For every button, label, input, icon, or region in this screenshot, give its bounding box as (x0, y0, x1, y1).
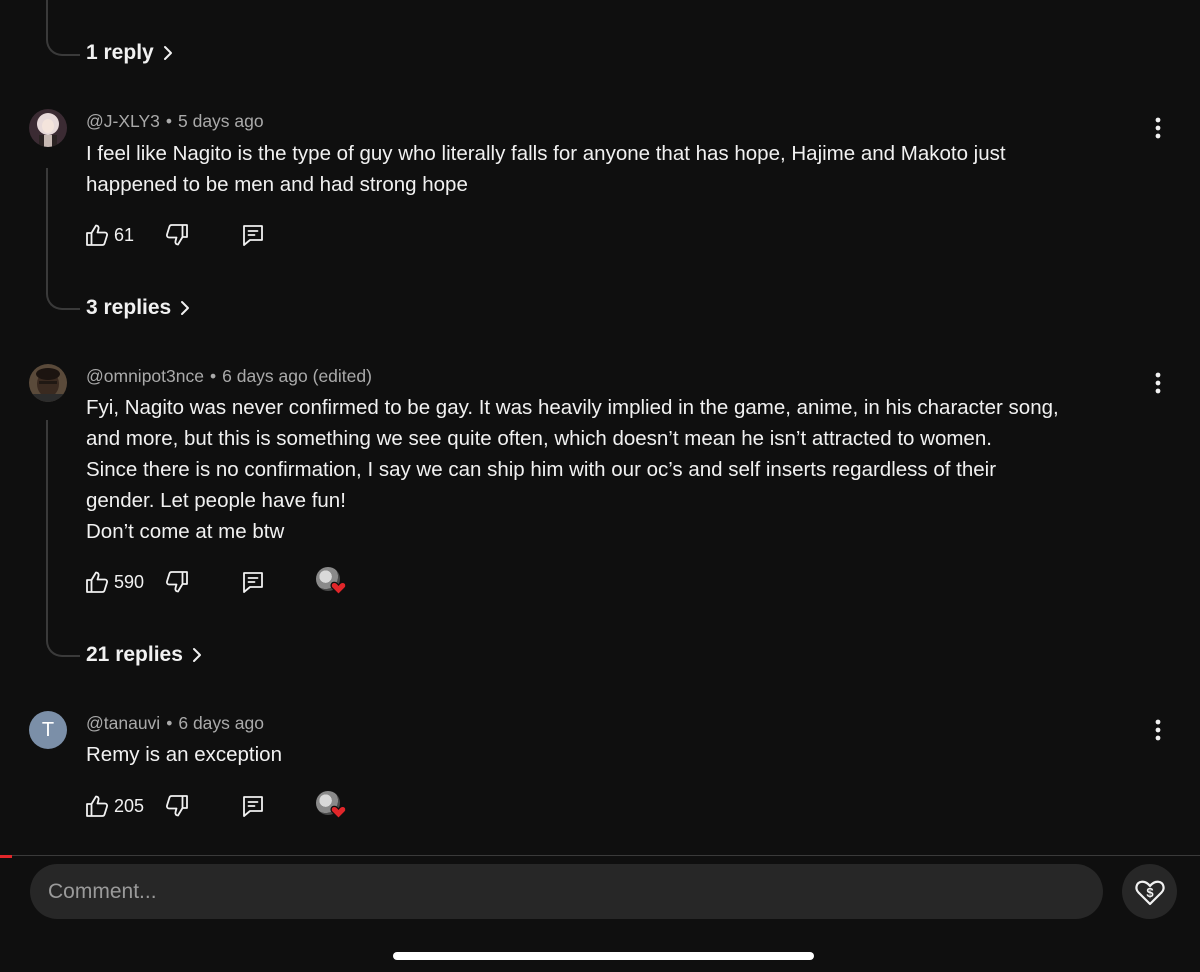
replies-toggle[interactable]: 21 replies (86, 643, 205, 667)
comment-text: Remy is an exception (86, 739, 1156, 770)
avatar[interactable] (29, 109, 67, 147)
like-button[interactable]: 61 (84, 222, 134, 248)
comment-text-line: Since there is no confirmation, I say we… (86, 458, 997, 481)
comment-text-line: Don’t come at me btw (86, 520, 285, 543)
replies-label: 1 reply (86, 41, 154, 64)
edited-label: (edited) (312, 366, 372, 386)
replies-label: 3 replies (86, 296, 172, 319)
reply-comment-icon (243, 572, 263, 593)
comment-text-line: and more, but this is something we see q… (86, 427, 992, 450)
thread-connector (46, 420, 80, 657)
comment-meta: @tanauvi • 6 days ago (86, 713, 264, 734)
super-thanks-button[interactable]: $ (1122, 864, 1177, 919)
replies-label: 21 replies (86, 643, 183, 666)
like-count: 590 (114, 571, 145, 592)
chevron-right-icon (163, 46, 172, 60)
thumbs-down-icon (166, 795, 188, 817)
comment-meta: @omnipot3nce • 6 days ago (edited) (86, 366, 372, 387)
chevron-right-icon (181, 301, 190, 315)
comment-author[interactable]: @tanauvi (86, 713, 160, 733)
dislike-button[interactable] (164, 222, 190, 248)
thumbs-up-icon (86, 795, 109, 817)
creator-heart (316, 791, 347, 821)
reply-button[interactable] (240, 569, 266, 595)
comment-text-line: gender. Let people have fun! (86, 489, 346, 512)
thread-connector (46, 0, 80, 56)
composer-divider (12, 855, 1200, 856)
reply-comment-icon (243, 225, 263, 246)
creator-heart (316, 567, 347, 597)
progress-indicator (0, 855, 12, 858)
super-thanks-heart-dollar-icon: $ (1134, 880, 1165, 905)
comment-actions: 590 (84, 567, 347, 597)
thumbs-up-icon (86, 571, 109, 593)
comment-text-line: I feel like Nagito is the type of guy wh… (86, 142, 1006, 165)
reply-button[interactable] (240, 222, 266, 248)
like-count: 205 (114, 795, 145, 816)
comment-text-line: happened to be men and had strong hope (86, 173, 468, 196)
comment-text: I feel like Nagito is the type of guy wh… (86, 138, 1156, 200)
like-button[interactable]: 590 (84, 569, 144, 595)
creator-heart-icon (330, 805, 347, 820)
replies-toggle[interactable]: 3 replies (86, 296, 193, 320)
avatar[interactable] (29, 364, 67, 402)
replies-toggle[interactable]: 1 reply (86, 41, 176, 65)
comment-author[interactable]: @omnipot3nce (86, 366, 204, 386)
more-vertical-icon[interactable] (1148, 116, 1168, 140)
comment-author[interactable]: @J-XLY3 (86, 111, 160, 131)
like-count: 61 (114, 224, 135, 245)
like-button[interactable]: 205 (84, 793, 144, 819)
thumbs-down-icon (166, 571, 188, 593)
comment-time[interactable]: 5 days ago (178, 111, 264, 131)
dislike-button[interactable] (164, 793, 190, 819)
comment-time[interactable]: 6 days ago (222, 366, 308, 386)
comment-actions: 61 (84, 220, 266, 250)
avatar-image-icon (29, 109, 67, 147)
creator-heart-icon (330, 581, 347, 596)
chevron-right-icon (192, 648, 201, 662)
dislike-button[interactable] (164, 569, 190, 595)
svg-text:$: $ (1146, 885, 1154, 900)
avatar-letter: T (41, 718, 55, 741)
home-indicator[interactable] (393, 952, 814, 960)
meta-dot: • (165, 111, 172, 131)
meta-dot: • (166, 713, 173, 733)
comment-meta: @J-XLY3 • 5 days ago (86, 111, 264, 132)
comment-text-line: Fyi, Nagito was never confirmed to be ga… (86, 396, 1059, 419)
thread-connector (46, 168, 80, 310)
reply-button[interactable] (240, 793, 266, 819)
comment-input[interactable] (30, 864, 1103, 919)
comment-time[interactable]: 6 days ago (178, 713, 264, 733)
reply-comment-icon (243, 796, 263, 817)
meta-dot: • (209, 366, 217, 386)
thumbs-up-icon (86, 224, 109, 246)
comment-actions: 205 (84, 791, 347, 821)
thumbs-down-icon (166, 224, 188, 246)
avatar[interactable]: T (29, 711, 67, 749)
comment-text-line: Remy is an exception (86, 743, 282, 766)
avatar-image-icon (29, 364, 67, 402)
comment-text: Fyi, Nagito was never confirmed to be ga… (86, 392, 1156, 547)
